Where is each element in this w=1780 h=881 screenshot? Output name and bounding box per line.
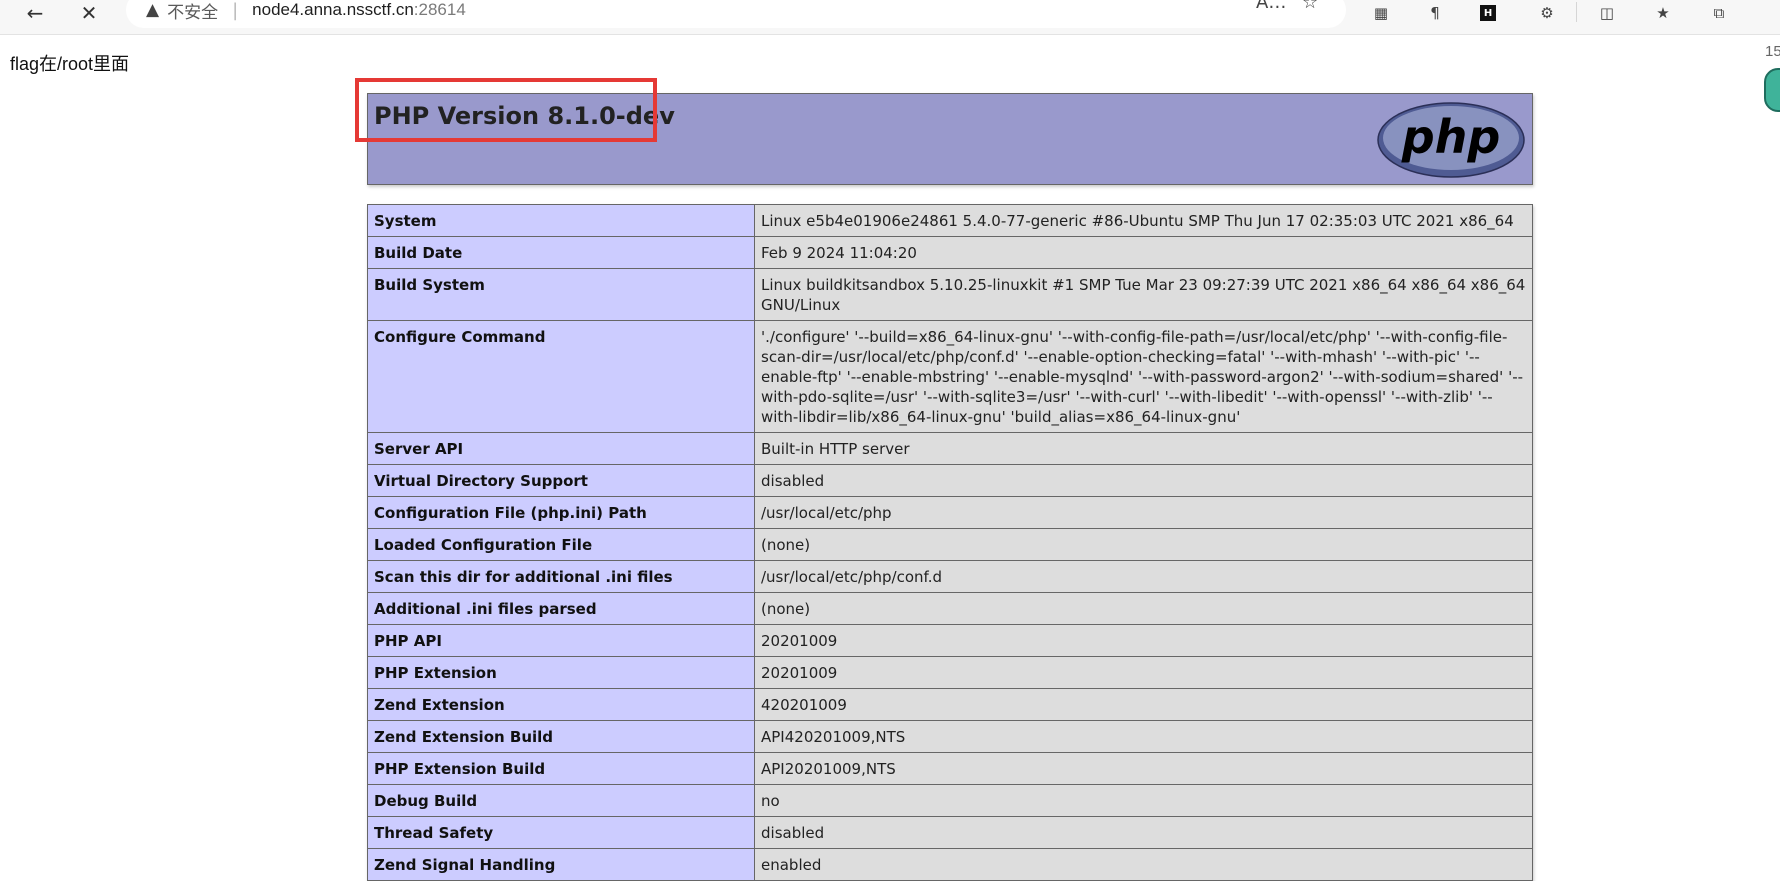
table-row: System Linux e5b4e01906e24861 5.4.0-77-ge…: [367, 204, 1533, 237]
row-label: Scan this dir for additional .ini files: [367, 560, 755, 593]
floating-avatar-icon[interactable]: [1764, 68, 1780, 112]
table-row: Build System Linux buildkitsandbox 5.10.2…: [367, 268, 1533, 321]
row-value: Linux e5b4e01906e24861 5.4.0-77-generic …: [754, 204, 1533, 237]
table-row: Zend Signal Handling enabled: [367, 848, 1533, 881]
url-port: :28614: [413, 0, 466, 19]
row-value: disabled: [754, 464, 1533, 497]
row-value: Built-in HTTP server: [754, 432, 1533, 465]
table-row: Configure Command './configure' '--build=…: [367, 320, 1533, 433]
browser-toolbar: ← ✕ ▲ 不安全 | node4.anna.nssctf.cn:28614 A…: [0, 0, 1780, 35]
table-row: Zend Extension Build API420201009,NTS: [367, 720, 1533, 753]
red-highlight-annotation: [355, 78, 657, 142]
toolbar-divider: [1576, 2, 1577, 22]
page-note-text: flag在/root里面: [10, 54, 130, 74]
favorites-list-icon[interactable]: ★: [1652, 2, 1674, 24]
row-label: Zend Extension Build: [367, 720, 755, 753]
row-value: Linux buildkitsandbox 5.10.25-linuxkit #…: [754, 268, 1533, 321]
row-label: Debug Build: [367, 784, 755, 817]
row-value: API420201009,NTS: [754, 720, 1533, 753]
split-screen-icon[interactable]: ◫: [1596, 2, 1618, 24]
row-value: enabled: [754, 848, 1533, 881]
address-bar[interactable]: ▲ 不安全 | node4.anna.nssctf.cn:28614 A… ☆: [126, 0, 1346, 28]
row-value: 420201009: [754, 688, 1533, 721]
puzzle-extensions-icon[interactable]: ⚙: [1536, 2, 1558, 24]
row-label: PHP Extension: [367, 656, 755, 689]
table-row: Zend Extension 420201009: [367, 688, 1533, 721]
row-label: Zend Extension: [367, 688, 755, 721]
row-value: /usr/local/etc/php: [754, 496, 1533, 529]
row-label: Virtual Directory Support: [367, 464, 755, 497]
row-label: Build Date: [367, 236, 755, 269]
row-label: Configuration File (php.ini) Path: [367, 496, 755, 529]
address-divider: |: [232, 0, 239, 21]
row-value: 20201009: [754, 656, 1533, 689]
extension-icon[interactable]: ▦: [1370, 2, 1392, 24]
collections-icon[interactable]: ⧉: [1708, 2, 1730, 24]
favorite-star-icon[interactable]: ☆: [1302, 0, 1318, 13]
table-row: Build Date Feb 9 2024 11:04:20: [367, 236, 1533, 269]
row-value: API20201009,NTS: [754, 752, 1533, 785]
table-row: PHP Extension 20201009: [367, 656, 1533, 689]
row-label: Build System: [367, 268, 755, 321]
table-row: Configuration File (php.ini) Path/usr/lo…: [367, 496, 1533, 529]
back-arrow-icon[interactable]: ←: [18, 0, 52, 26]
close-stop-icon[interactable]: ✕: [72, 0, 106, 26]
table-row: Additional .ini files parsed (none): [367, 592, 1533, 625]
pilcrow-extension-icon[interactable]: ¶: [1424, 2, 1446, 24]
php-logo-icon: php: [1377, 102, 1525, 178]
row-value: Feb 9 2024 11:04:20: [754, 236, 1533, 269]
row-value: (none): [754, 528, 1533, 561]
row-label: Loaded Configuration File: [367, 528, 755, 561]
read-aloud-icon[interactable]: A…: [1256, 0, 1286, 13]
row-label: Additional .ini files parsed: [367, 592, 755, 625]
row-value: (none): [754, 592, 1533, 625]
table-row: PHP API 20201009: [367, 624, 1533, 657]
php-logo-text: php: [1401, 110, 1501, 164]
h-extension-icon[interactable]: H: [1480, 5, 1496, 21]
row-value: './configure' '--build=x86_64-linux-gnu'…: [754, 320, 1533, 433]
table-row: Virtual Directory Support disabled: [367, 464, 1533, 497]
warning-triangle-icon: ▲: [146, 0, 160, 20]
table-row: Debug Build no: [367, 784, 1533, 817]
row-label: Server API: [367, 432, 755, 465]
table-row: Scan this dir for additional .ini files /…: [367, 560, 1533, 593]
row-label: PHP Extension Build: [367, 752, 755, 785]
url-host: node4.anna.nssctf.cn: [252, 0, 414, 19]
row-value: /usr/local/etc/php/conf.d: [754, 560, 1533, 593]
edge-number: 15: [1765, 43, 1780, 60]
row-value: no: [754, 784, 1533, 817]
row-label: System: [367, 204, 755, 237]
row-label: Zend Signal Handling: [367, 848, 755, 881]
table-row: Server API Built-in HTTP server: [367, 432, 1533, 465]
phpinfo-table: System Linux e5b4e01906e24861 5.4.0-77-ge…: [367, 204, 1533, 881]
insecure-label: 不安全: [167, 2, 219, 23]
table-row: PHP Extension Build API20201009,NTS: [367, 752, 1533, 785]
table-row: Loaded Configuration File (none): [367, 528, 1533, 561]
row-label: PHP API: [367, 624, 755, 657]
row-value: 20201009: [754, 624, 1533, 657]
row-label: Configure Command: [367, 320, 755, 433]
